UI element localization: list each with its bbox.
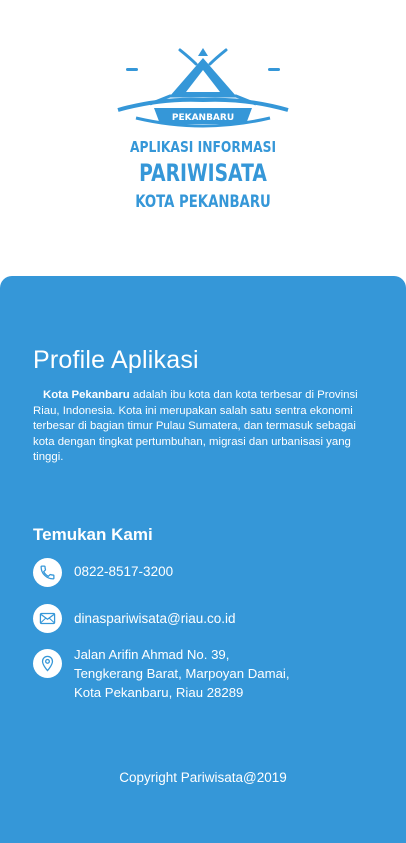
- address-line: Kota Pekanbaru, Riau 28289: [74, 685, 244, 700]
- app-header: PEKANBARU APLIKASI INFORMASI PARIWISATA …: [0, 0, 406, 276]
- traditional-roof-logo-icon: PEKANBARU: [117, 48, 289, 128]
- address-text[interactable]: Jalan Arifin Ahmad No. 39, Tengkerang Ba…: [74, 645, 290, 702]
- info-panel: Profile Aplikasi Kota Pekanbaru adalah i…: [0, 276, 406, 843]
- envelope-icon[interactable]: [33, 604, 62, 633]
- logo-line-2: PARIWISATA: [139, 159, 267, 187]
- address-line: Tengkerang Barat, Marpoyan Damai,: [74, 666, 290, 681]
- logo-line-1: APLIKASI INFORMASI: [129, 138, 277, 156]
- contact-title: Temukan Kami: [33, 525, 153, 544]
- email-link[interactable]: dinaspariwisata@riau.co.id: [74, 611, 236, 626]
- address-line: Jalan Arifin Ahmad No. 39,: [74, 647, 230, 662]
- profile-title: Profile Aplikasi: [33, 346, 199, 374]
- phone-number-link[interactable]: 0822-8517-3200: [74, 564, 173, 579]
- map-pin-icon[interactable]: [33, 649, 62, 678]
- profile-description-bold: Kota Pekanbaru: [43, 389, 130, 401]
- copyright-text: Copyright Pariwisata@2019: [119, 770, 287, 785]
- phone-icon[interactable]: [33, 558, 62, 587]
- app-logo: PEKANBARU APLIKASI INFORMASI PARIWISATA …: [110, 44, 296, 220]
- logo-line-3: KOTA PEKANBARU: [135, 192, 271, 212]
- profile-description: Kota Pekanbaru adalah ibu kota dan kota …: [33, 388, 373, 466]
- logo-badge-text: PEKANBARU: [172, 113, 234, 123]
